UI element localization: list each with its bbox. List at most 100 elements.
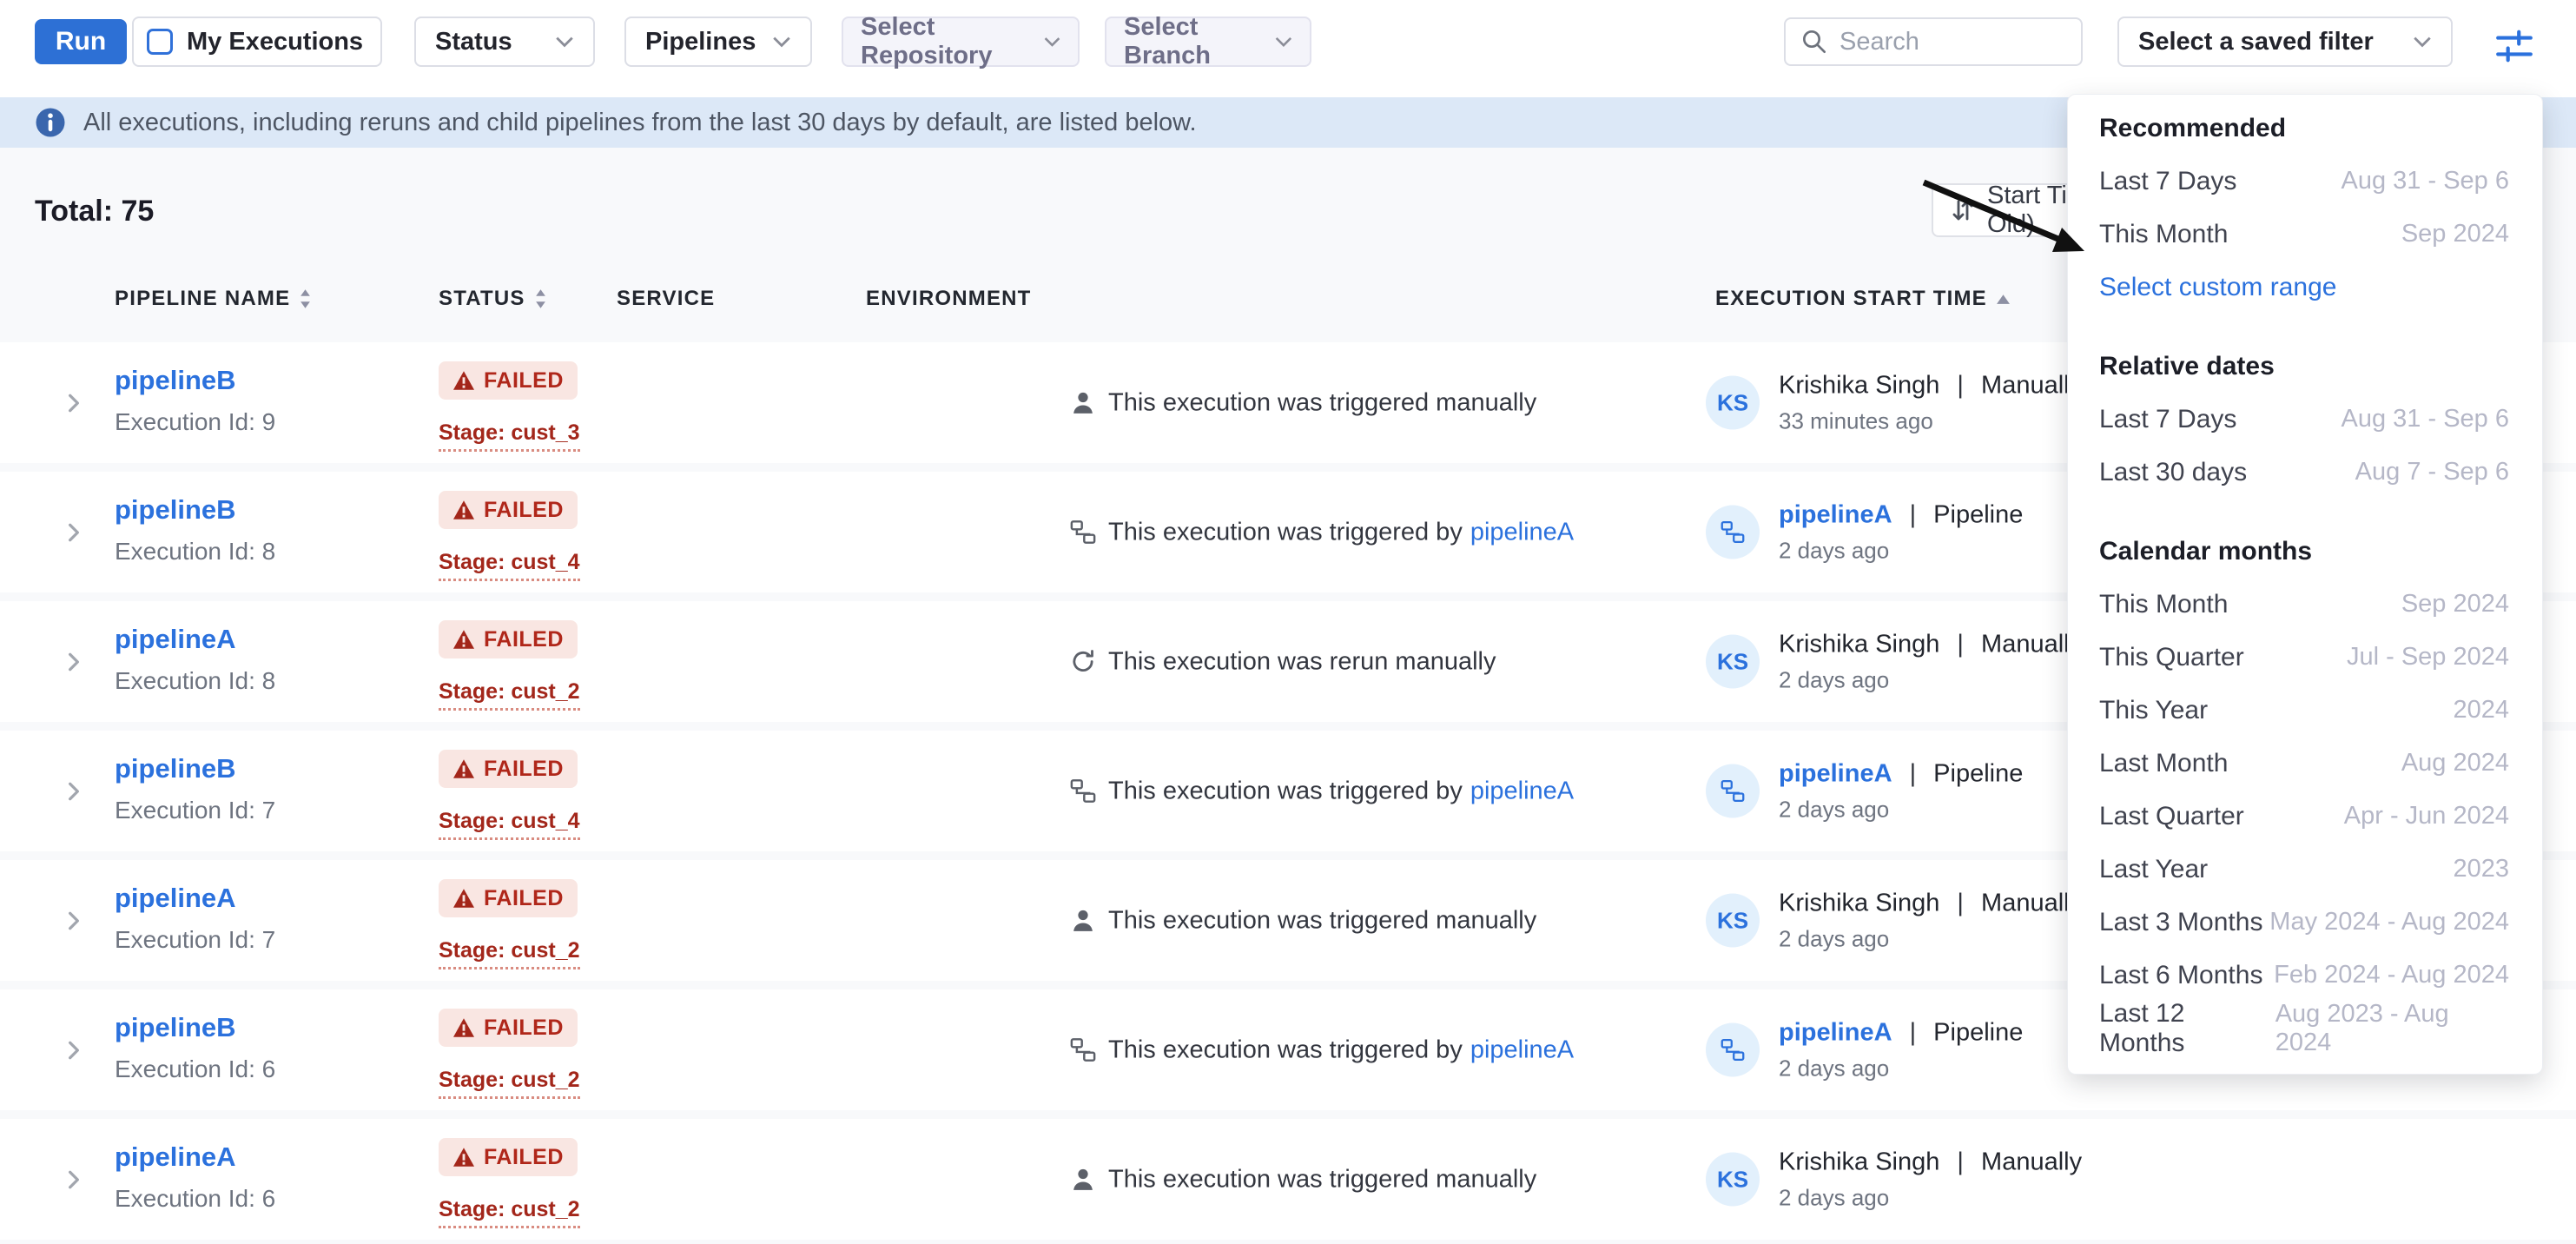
menu-item[interactable]: Last 3 Months May 2024 - Aug 2024 xyxy=(2099,896,2509,949)
divider: | xyxy=(1950,630,1971,658)
menu-item[interactable]: Last 7 Days Aug 31 - Sep 6 xyxy=(2099,393,2509,446)
menu-section-header: Recommended xyxy=(2099,102,2509,155)
menu-item[interactable]: Last 30 days Aug 7 - Sep 6 xyxy=(2099,446,2509,499)
menu-item[interactable]: Last 7 Days Aug 31 - Sep 6 xyxy=(2099,155,2509,208)
search-input[interactable]: Search xyxy=(1784,17,2083,66)
sort-icon xyxy=(1951,197,1975,223)
execution-start-cell: KS Krishika Singh | Manually 2 days ago xyxy=(1706,1148,2082,1211)
trigger-info: This execution was triggered by pipeline… xyxy=(1070,1036,1574,1064)
menu-item[interactable]: Last Year 2023 xyxy=(2099,843,2509,896)
failed-stage-link[interactable]: Stage: cust_4 xyxy=(439,809,580,840)
table-row[interactable]: pipelineA Execution Id: 6 FAILED Stage: … xyxy=(0,1119,2576,1240)
actor-line: Krishika Singh | Manually xyxy=(1779,630,2082,658)
status-badge: FAILED xyxy=(439,750,578,788)
actor-name[interactable]: pipelineA xyxy=(1779,759,1892,787)
actor-line: Krishika Singh | Manually xyxy=(1779,1148,2082,1176)
menu-item-value: Sep 2024 xyxy=(2401,220,2509,248)
select-branch-dropdown[interactable]: Select Branch xyxy=(1105,17,1311,67)
actor-role: Pipeline xyxy=(1933,759,2023,787)
pipeline-name-link[interactable]: pipelineA xyxy=(115,1141,236,1173)
column-header-pipeline-name[interactable]: PIPELINE NAME xyxy=(115,287,312,311)
menu-item-label: Last 7 Days xyxy=(2099,405,2236,434)
saved-filter-dropdown[interactable]: Select a saved filter xyxy=(2117,17,2453,67)
trigger-pipeline-link[interactable]: pipelineA xyxy=(1470,777,1574,805)
menu-item[interactable]: Last Quarter Apr - Jun 2024 xyxy=(2099,790,2509,843)
run-button[interactable]: Run xyxy=(35,19,127,64)
pipeline-name-link[interactable]: pipelineA xyxy=(115,624,236,655)
column-header-execution-start-time[interactable]: EXECUTION START TIME xyxy=(1715,287,2011,311)
menu-item-value: Aug 2023 - Aug 2024 xyxy=(2275,1000,2509,1057)
failed-stage-link[interactable]: Stage: cust_4 xyxy=(439,550,580,581)
menu-item[interactable]: Last Month Aug 2024 xyxy=(2099,737,2509,790)
my-executions-label: My Executions xyxy=(187,28,363,56)
trigger-pipeline-link[interactable]: pipelineA xyxy=(1470,1036,1574,1064)
actor-line: Krishika Singh | Manually xyxy=(1779,371,2082,400)
execution-start-cell: pipelineA | Pipeline 2 days ago xyxy=(1706,1018,2023,1082)
expand-chevron-icon[interactable] xyxy=(63,910,85,932)
actor-name: Krishika Singh xyxy=(1779,371,1939,399)
failed-stage-link[interactable]: Stage: cust_2 xyxy=(439,679,580,711)
user-icon xyxy=(1070,1167,1096,1193)
actor-line: Krishika Singh | Manually xyxy=(1779,889,2082,917)
pipelines-filter-dropdown[interactable]: Pipelines xyxy=(624,17,812,67)
pipeline-trigger-icon xyxy=(1070,519,1096,546)
status-badge: FAILED xyxy=(439,1138,578,1176)
menu-item[interactable]: This Quarter Jul - Sep 2024 xyxy=(2099,631,2509,684)
my-executions-toggle[interactable]: My Executions xyxy=(132,17,382,67)
expand-chevron-icon[interactable] xyxy=(63,651,85,673)
failed-stage-link[interactable]: Stage: cust_2 xyxy=(439,1068,580,1099)
trigger-text: This execution was triggered manually xyxy=(1108,388,1536,417)
actor-name[interactable]: pipelineA xyxy=(1779,500,1892,528)
pipeline-name-link[interactable]: pipelineB xyxy=(115,753,236,784)
column-header-status[interactable]: STATUS xyxy=(439,287,547,311)
failed-stage-link[interactable]: Stage: cust_2 xyxy=(439,1197,580,1228)
expand-chevron-icon[interactable] xyxy=(63,521,85,544)
sort-both-icon[interactable] xyxy=(299,288,312,310)
pipeline-name-link[interactable]: pipelineA xyxy=(115,883,236,914)
failed-stage-link[interactable]: Stage: cust_3 xyxy=(439,420,580,452)
menu-section-header: Calendar months xyxy=(2099,525,2509,578)
warning-icon xyxy=(452,888,475,909)
select-repository-label: Select Repository xyxy=(861,13,1044,70)
actor-name[interactable]: pipelineA xyxy=(1779,1018,1892,1046)
filter-settings-button[interactable] xyxy=(2494,26,2534,66)
pipeline-name-link[interactable]: pipelineB xyxy=(115,365,236,396)
my-executions-checkbox[interactable] xyxy=(147,29,173,55)
search-placeholder: Search xyxy=(1840,28,1919,56)
select-custom-range-link[interactable]: Select custom range xyxy=(2099,261,2509,314)
avatar xyxy=(1706,764,1760,818)
avatar: KS xyxy=(1706,1153,1760,1207)
sort-both-icon[interactable] xyxy=(534,288,547,310)
menu-item[interactable]: Last 12 Months Aug 2023 - Aug 2024 xyxy=(2099,1002,2509,1055)
expand-chevron-icon[interactable] xyxy=(63,392,85,414)
menu-item[interactable]: Last 6 Months Feb 2024 - Aug 2024 xyxy=(2099,949,2509,1002)
menu-item-value: Aug 31 - Sep 6 xyxy=(2342,167,2509,195)
menu-item-label: Last 12 Months xyxy=(2099,999,2275,1058)
pipeline-name-link[interactable]: pipelineB xyxy=(115,1012,236,1043)
execution-id: Execution Id: 7 xyxy=(115,797,275,824)
pipeline-avatar-icon xyxy=(1721,1038,1745,1062)
total-count: Total: 75 xyxy=(35,195,154,228)
menu-item[interactable]: This Month Sep 2024 xyxy=(2099,208,2509,261)
status-badge: FAILED xyxy=(439,620,578,658)
trigger-pipeline-link[interactable]: pipelineA xyxy=(1470,518,1574,546)
chevron-down-icon xyxy=(555,36,574,48)
pipeline-name-link[interactable]: pipelineB xyxy=(115,494,236,526)
trigger-text: This execution was rerun manually xyxy=(1108,647,1496,676)
expand-chevron-icon[interactable] xyxy=(63,1168,85,1191)
expand-chevron-icon[interactable] xyxy=(63,780,85,803)
status-filter-dropdown[interactable]: Status xyxy=(414,17,595,67)
execution-id: Execution Id: 6 xyxy=(115,1055,275,1083)
menu-item-value: Jul - Sep 2024 xyxy=(2347,643,2509,672)
menu-item-value: 2024 xyxy=(2453,696,2509,725)
trigger-text: This execution was triggered by xyxy=(1108,777,1463,805)
select-repository-dropdown[interactable]: Select Repository xyxy=(842,17,1080,67)
execution-time: 2 days ago xyxy=(1779,925,2082,952)
actor-name: Krishika Singh xyxy=(1779,889,1939,916)
failed-stage-link[interactable]: Stage: cust_2 xyxy=(439,938,580,969)
menu-item[interactable]: This Month Sep 2024 xyxy=(2099,578,2509,631)
sort-ascending-icon[interactable] xyxy=(1996,294,2011,305)
expand-chevron-icon[interactable] xyxy=(63,1039,85,1062)
menu-item[interactable]: This Year 2024 xyxy=(2099,684,2509,737)
execution-id: Execution Id: 7 xyxy=(115,926,275,954)
